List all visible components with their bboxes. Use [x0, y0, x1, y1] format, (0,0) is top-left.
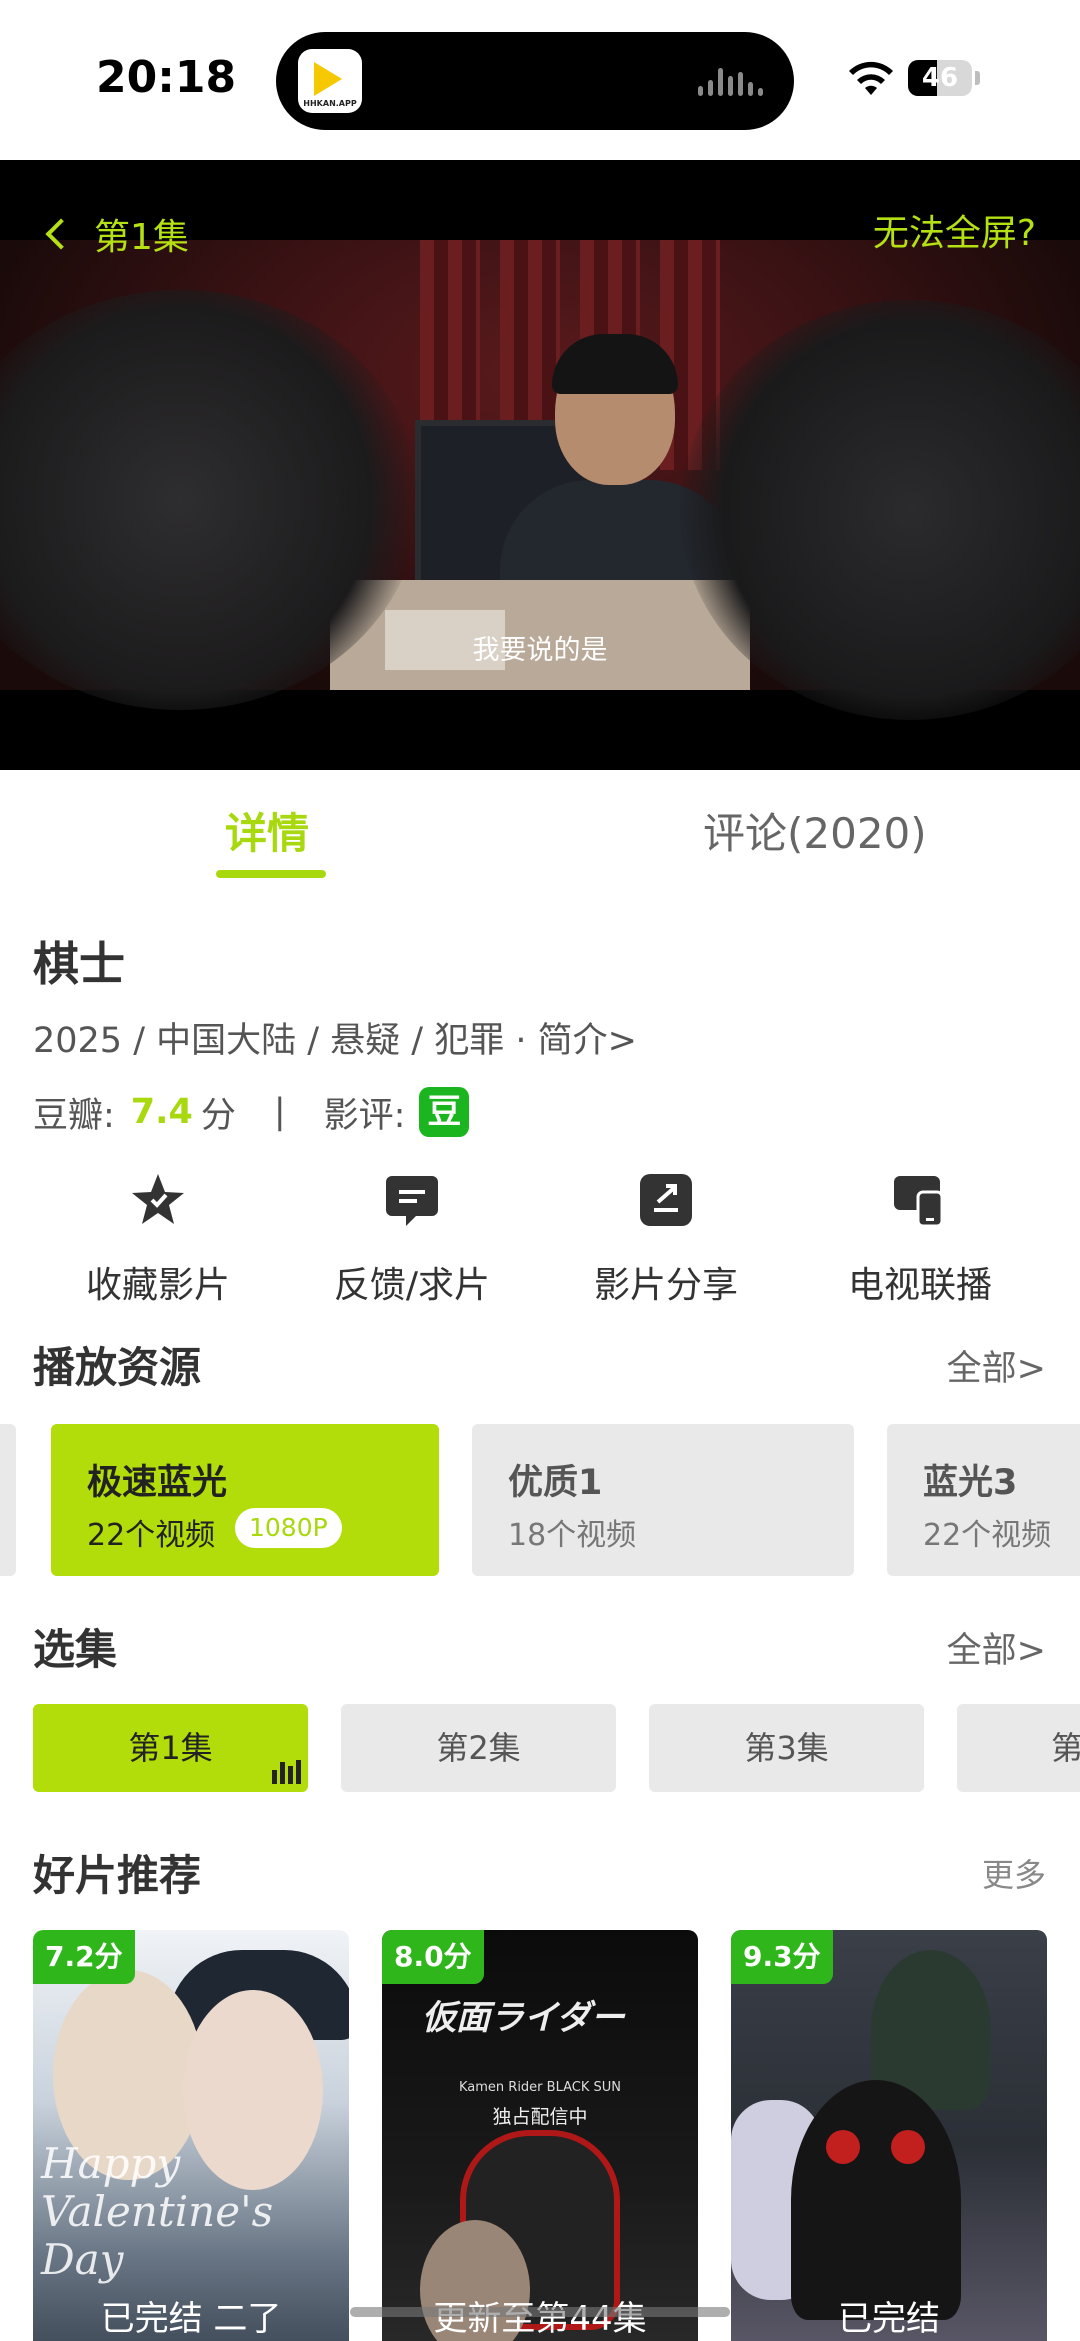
- audio-wave-icon: [698, 66, 768, 96]
- wifi-icon: [849, 61, 893, 95]
- divider: |: [273, 1092, 286, 1132]
- play-logo-icon: [314, 62, 342, 96]
- episode-label: 第2集: [436, 1729, 521, 1767]
- meta-intro-link[interactable]: 2025 / 中国大陆 / 悬疑 / 犯罪 · 简介>: [33, 1012, 637, 1063]
- tv-cast-button[interactable]: 电视联播: [810, 1170, 1030, 1308]
- rating-badge: 9.3分: [731, 1930, 833, 1984]
- chat-icon: [386, 1176, 438, 1226]
- source-count: 18个视频: [508, 1518, 637, 1553]
- source-card[interactable]: 蓝光3 22个视频: [887, 1424, 1080, 1576]
- source-card-partial[interactable]: [0, 1424, 16, 1576]
- quality-badge: 1080P: [235, 1508, 342, 1548]
- douban-label: 豆瓣:: [33, 1095, 115, 1136]
- feedback-label: 反馈/求片: [333, 1265, 491, 1306]
- poster-caption: 已完结: [838, 2299, 940, 2339]
- douban-score: 7.4: [130, 1092, 193, 1132]
- poster-card[interactable]: Happy Valentine's Day 7.2分 已完结 二了: [33, 1930, 349, 2341]
- action-bar: 收藏影片 反馈/求片 影片分享 电视联播: [0, 1170, 1080, 1310]
- favorite-button[interactable]: 收藏影片: [48, 1170, 268, 1308]
- share-icon: [640, 1174, 692, 1226]
- source-name: 优质1: [508, 1463, 603, 1503]
- score-unit: 分: [200, 1095, 236, 1136]
- ratings-row: 豆瓣: 7.4 分 | 影评: 豆: [33, 1086, 470, 1138]
- poster-title-text: Happy Valentine's Day: [41, 2139, 274, 2284]
- poster-subtitle: Kamen Rider BLACK SUN: [458, 2080, 622, 2095]
- episode-list: 第1集 第2集 第3集 第4集: [0, 1704, 1080, 1792]
- sources-all-link[interactable]: 全部>: [947, 1340, 1046, 1391]
- status-time: 20:18: [96, 52, 237, 103]
- episodes-title: 选集: [33, 1625, 118, 1674]
- fullscreen-help-link[interactable]: 无法全屏?: [873, 204, 1036, 256]
- source-card[interactable]: 优质1 18个视频: [472, 1424, 854, 1576]
- share-label: 影片分享: [593, 1265, 738, 1306]
- poster-card[interactable]: 9.3分 已完结: [731, 1930, 1047, 2341]
- video-frame: [0, 240, 1080, 720]
- episode-label: 第1集: [128, 1729, 213, 1767]
- app-icon: HHKAN.APP: [298, 49, 362, 113]
- review-label: 影评:: [323, 1095, 406, 1136]
- source-card[interactable]: 极速蓝光 22个视频 1080P: [51, 1424, 439, 1576]
- back-button[interactable]: 第1集: [45, 208, 189, 260]
- episode-button[interactable]: 第3集: [649, 1704, 924, 1792]
- episode-button[interactable]: 第2集: [341, 1704, 616, 1792]
- episode-title: 第1集: [94, 217, 189, 258]
- dynamic-island[interactable]: HHKAN.APP: [276, 32, 794, 130]
- episode-label: 第3集: [744, 1729, 829, 1767]
- episode-button[interactable]: 第1集: [33, 1704, 308, 1792]
- tab-active-indicator: [216, 870, 326, 878]
- recommend-title: 好片推荐: [33, 1851, 202, 1900]
- episode-label: 第4集: [1051, 1729, 1080, 1767]
- home-indicator[interactable]: [350, 2307, 730, 2317]
- tab-comments[interactable]: 评论(2020): [703, 800, 927, 861]
- tv-cast-label: 电视联播: [847, 1265, 992, 1306]
- battery-tip: [975, 71, 980, 85]
- video-subtitle: 我要说的是: [472, 635, 608, 666]
- now-playing-icon: [270, 1758, 302, 1784]
- recommend-list: Happy Valentine's Day 7.2分 已完结 二了 仮面ライダー…: [0, 1930, 1080, 2341]
- poster-caption: 已完结 二了: [100, 2299, 282, 2339]
- tab-details[interactable]: 详情: [225, 800, 309, 861]
- battery-icon: 46: [908, 60, 972, 96]
- video-player[interactable]: 我要说的是 第1集 无法全屏?: [0, 160, 1080, 770]
- douban-badge-button[interactable]: 豆: [419, 1087, 470, 1137]
- rating-badge: 8.0分: [382, 1930, 484, 1984]
- rating-badge: 7.2分: [33, 1930, 135, 1984]
- page-title: 棋士: [33, 937, 125, 991]
- sources-title: 播放资源: [33, 1343, 202, 1392]
- chevron-left-icon: [45, 218, 77, 250]
- tv-cast-icon: [894, 1176, 944, 1228]
- episode-button[interactable]: 第4集: [957, 1704, 1080, 1792]
- star-icon: [132, 1174, 184, 1224]
- source-name: 极速蓝光: [87, 1463, 228, 1503]
- source-list: 极速蓝光 22个视频 1080P 优质1 18个视频 蓝光3 22个视频: [0, 1424, 1080, 1576]
- source-count: 22个视频: [87, 1518, 216, 1553]
- recommend-more-link[interactable]: 更多: [982, 1850, 1046, 1896]
- source-count: 22个视频: [923, 1518, 1052, 1553]
- status-bar: 20:18 HHKAN.APP 46: [0, 0, 1080, 160]
- favorite-label: 收藏影片: [85, 1265, 230, 1306]
- poster-tagline: 独占配信中: [492, 2106, 588, 2128]
- battery-level: 46: [921, 63, 959, 93]
- poster-card[interactable]: 仮面ライダー Kamen Rider BLACK SUN 独占配信中 8.0分 …: [382, 1930, 698, 2341]
- episodes-all-link[interactable]: 全部>: [947, 1622, 1046, 1673]
- detail-tabs: 详情 评论(2020): [0, 770, 1080, 888]
- share-button[interactable]: 影片分享: [556, 1170, 776, 1308]
- app-badge-text: HHKAN.APP: [303, 99, 357, 108]
- source-name: 蓝光3: [923, 1463, 1018, 1503]
- feedback-button[interactable]: 反馈/求片: [302, 1170, 522, 1308]
